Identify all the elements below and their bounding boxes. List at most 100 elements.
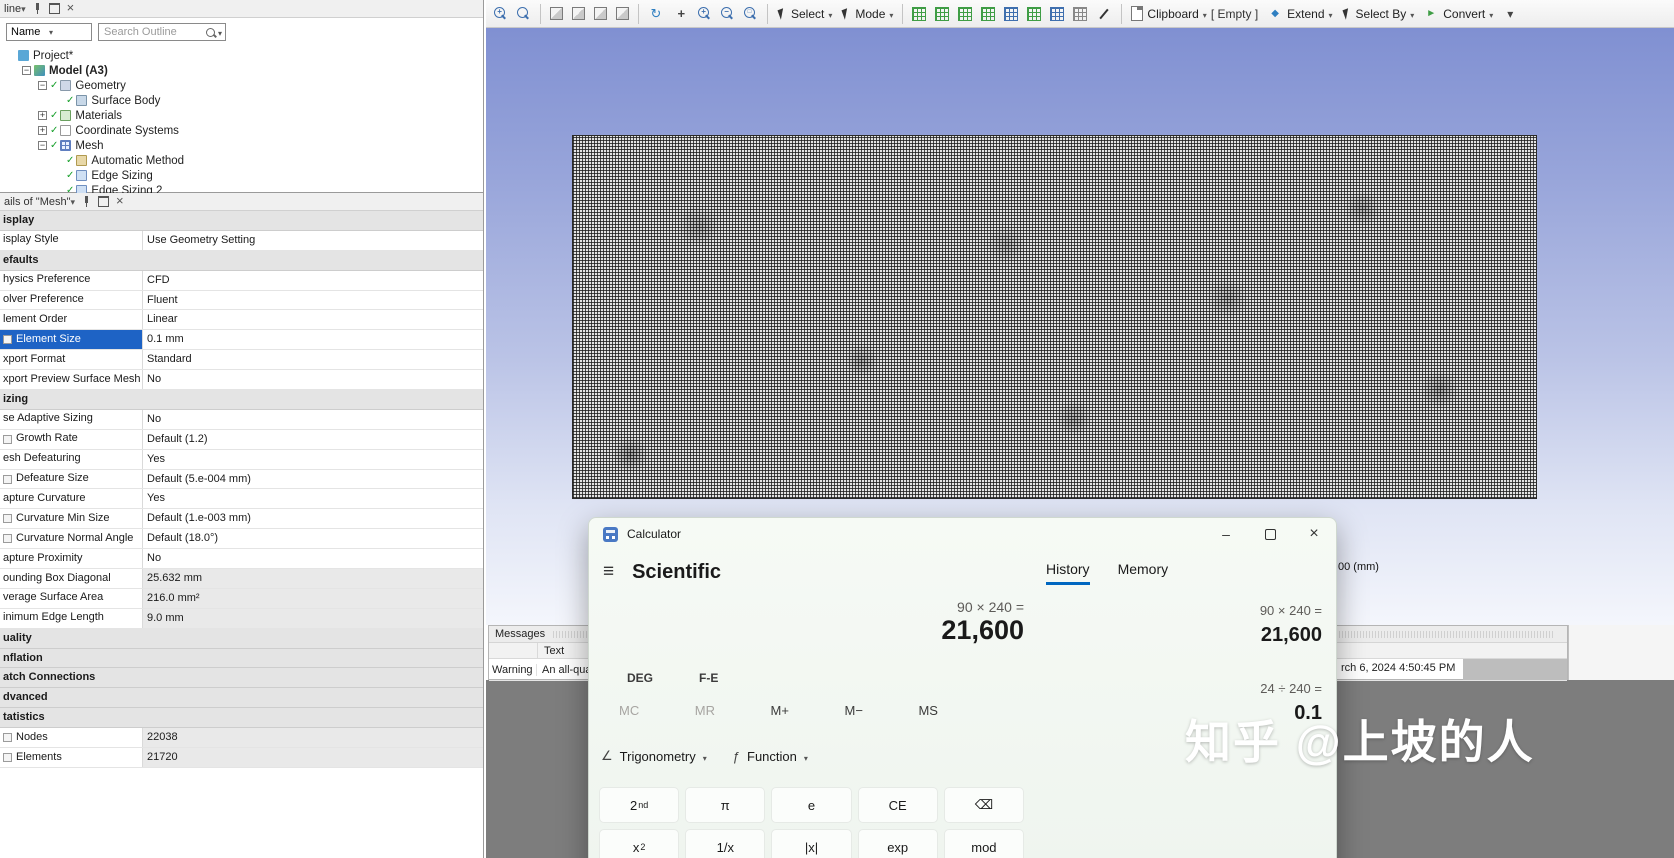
key-euler-button[interactable]: e	[771, 787, 852, 823]
angle-unit-button[interactable]: DEG	[627, 671, 653, 687]
tree-item-surface-body[interactable]: ✓ Surface Body	[0, 93, 483, 108]
element-filter-button[interactable]	[1070, 5, 1090, 23]
minimize-button[interactable]	[1204, 518, 1248, 550]
pan-button[interactable]	[670, 4, 692, 24]
details-value[interactable]: Linear	[143, 310, 483, 329]
close-icon[interactable]	[67, 3, 75, 15]
details-value[interactable]: Fluent	[143, 291, 483, 310]
tree-item-model-a3[interactable]: − Model (A3)	[0, 63, 483, 78]
tree-item-geometry[interactable]: − ✓ Geometry	[0, 78, 483, 93]
tree-item-automatic-method[interactable]: ✓ Automatic Method	[0, 153, 483, 168]
details-value[interactable]: 9.0 mm	[143, 608, 483, 628]
convert-button[interactable]: Convert	[1420, 4, 1496, 24]
details-section-atch-connections[interactable]: atch Connections	[0, 668, 483, 689]
maximize-icon[interactable]	[48, 3, 60, 14]
panel-menu-icon[interactable]	[71, 196, 76, 208]
details-titlebar[interactable]: ails of "Mesh"	[0, 193, 483, 211]
maximize-icon[interactable]	[98, 196, 110, 207]
menu-icon[interactable]	[603, 561, 614, 583]
details-section-efaults[interactable]: efaults	[0, 250, 483, 271]
memory-m-button[interactable]: M+	[771, 703, 789, 719]
pin-icon[interactable]	[82, 196, 91, 207]
panel-menu-icon[interactable]	[21, 3, 26, 15]
details-row-defeature-size[interactable]: Defeature Size Default (5.e-004 mm)	[0, 469, 483, 490]
tab-history[interactable]: History	[1046, 561, 1090, 585]
details-row-inimum-edge-length[interactable]: inimum Edge Length 9.0 mm	[0, 608, 483, 629]
outline-titlebar[interactable]: line	[0, 0, 483, 18]
details-value[interactable]: Default (1.e-003 mm)	[143, 509, 483, 528]
isometric-view-button[interactable]	[547, 5, 566, 22]
key-clear-entry-button[interactable]: CE	[857, 787, 938, 823]
zoom-in-button[interactable]	[695, 5, 715, 23]
tab-memory[interactable]: Memory	[1118, 561, 1169, 582]
details-row-hysics-preference[interactable]: hysics Preference CFD	[0, 270, 483, 291]
mesh-filter-button[interactable]	[1024, 5, 1044, 23]
tree-item-mesh[interactable]: − ✓ Mesh	[0, 138, 483, 153]
tree-item-materials[interactable]: + ✓ Materials	[0, 108, 483, 123]
details-value[interactable]: No	[143, 549, 483, 568]
details-value[interactable]: Use Geometry Setting	[143, 231, 483, 250]
search-options-caret-icon[interactable]	[218, 23, 222, 41]
details-value[interactable]: 216.0 mm²	[143, 588, 483, 608]
mode-cursor-button[interactable]: Mode	[838, 5, 896, 23]
details-value[interactable]: Yes	[143, 489, 483, 508]
search-outline-input[interactable]	[102, 25, 203, 39]
details-value[interactable]: Default (5.e-004 mm)	[143, 470, 483, 489]
expander-icon[interactable]: −	[38, 141, 47, 150]
expander-icon[interactable]: +	[38, 111, 47, 120]
maximize-button[interactable]	[1248, 518, 1292, 550]
details-value[interactable]: CFD	[143, 271, 483, 290]
tree-item-project[interactable]: Project*	[0, 48, 483, 63]
multi-filter-button[interactable]	[1001, 5, 1021, 23]
details-row-elements[interactable]: Elements 21720	[0, 748, 483, 768]
mode-title[interactable]: Scientific	[632, 561, 721, 584]
zoom-button[interactable]	[514, 5, 534, 23]
details-value[interactable]: 21720	[143, 748, 483, 767]
details-section-uality[interactable]: uality	[0, 628, 483, 649]
details-value[interactable]: Default (18.0°)	[143, 529, 483, 548]
memory-m-button[interactable]: M−	[845, 703, 863, 719]
details-row-curvature-normal-angle[interactable]: Curvature Normal Angle Default (18.0°)	[0, 529, 483, 550]
look-at-face-button[interactable]	[569, 5, 588, 22]
name-filter-dropdown[interactable]: Name	[6, 23, 92, 41]
details-row-growth-rate[interactable]: Growth Rate Default (1.2)	[0, 429, 483, 450]
calculator-titlebar[interactable]: Calculator	[589, 518, 1336, 550]
refresh-button[interactable]	[645, 4, 667, 24]
history-entry[interactable]: 90 × 240 = 21,600	[1260, 603, 1322, 647]
zoom-out-button[interactable]	[718, 5, 738, 23]
details-row-xport-format[interactable]: xport Format Standard	[0, 350, 483, 371]
details-value[interactable]: No	[143, 410, 483, 429]
pin-icon[interactable]	[33, 3, 42, 14]
details-row-element-size[interactable]: Element Size 0.1 mm	[0, 330, 483, 351]
details-row-esh-defeaturing[interactable]: esh Defeaturing Yes	[0, 449, 483, 470]
details-row-curvature-min-size[interactable]: Curvature Min Size Default (1.e-003 mm)	[0, 509, 483, 530]
details-value[interactable]: 0.1 mm	[143, 330, 483, 349]
extend-button[interactable]: Extend	[1264, 4, 1335, 24]
details-row-verage-surface-area[interactable]: verage Surface Area 216.0 mm²	[0, 588, 483, 609]
close-icon[interactable]	[116, 196, 124, 208]
details-row-isplay-style[interactable]: isplay Style Use Geometry Setting	[0, 230, 483, 251]
node-filter-button[interactable]	[1047, 5, 1067, 23]
key-pi-button[interactable]: π	[685, 787, 766, 823]
details-row-lement-order[interactable]: lement Order Linear	[0, 310, 483, 331]
details-row-olver-preference[interactable]: olver Preference Fluent	[0, 290, 483, 311]
key-backspace-button[interactable]: ⌫	[943, 787, 1024, 823]
close-button[interactable]	[1292, 518, 1336, 550]
details-section-izing[interactable]: izing	[0, 390, 483, 410]
details-value[interactable]: Default (1.2)	[143, 430, 483, 449]
face-filter-button[interactable]	[955, 5, 975, 23]
details-row-ounding-box-diagonal[interactable]: ounding Box Diagonal 25.632 mm	[0, 569, 483, 589]
search-icon[interactable]	[205, 27, 215, 37]
clipboard-button[interactable]: Clipboard [ Empty ]	[1128, 4, 1261, 23]
function-dropdown[interactable]: Function	[733, 749, 808, 764]
expander-icon[interactable]: −	[22, 66, 31, 75]
show-mesh-button[interactable]	[613, 5, 632, 22]
tree-item-edge-sizing[interactable]: ✓ Edge Sizing	[0, 168, 483, 183]
details-section-tatistics[interactable]: tatistics	[0, 708, 483, 729]
key-mod-button[interactable]: mod	[943, 829, 1024, 858]
text-column-header[interactable]: Text	[538, 645, 564, 657]
pipette-button[interactable]	[1093, 4, 1115, 24]
details-section-isplay[interactable]: isplay	[0, 211, 483, 231]
details-row-xport-preview-surface-mesh[interactable]: xport Preview Surface Mesh No	[0, 370, 483, 391]
details-section-nflation[interactable]: nflation	[0, 648, 483, 669]
